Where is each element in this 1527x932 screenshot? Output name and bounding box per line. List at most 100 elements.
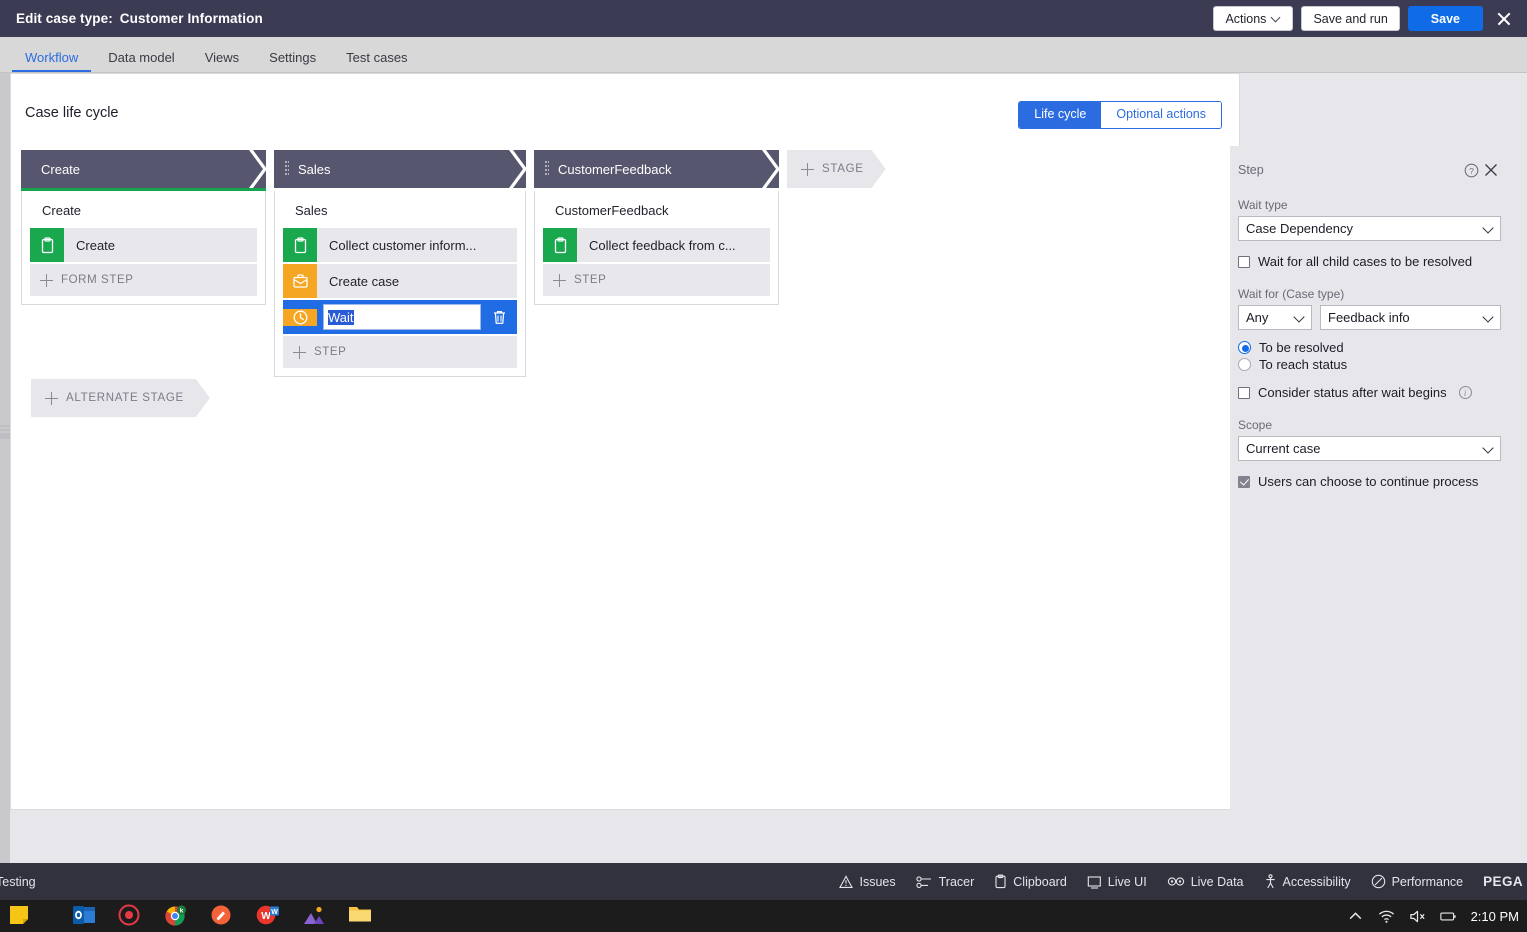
delete-step-button[interactable] <box>485 309 513 325</box>
speaker-muted-icon[interactable] <box>1409 908 1426 925</box>
actions-button[interactable]: Actions <box>1213 6 1294 31</box>
step-row[interactable]: Collect feedback from c... <box>543 228 770 262</box>
toggle-optional-actions[interactable]: Optional actions <box>1101 102 1221 128</box>
step-name-input[interactable]: Wait <box>323 304 481 330</box>
tab-workflow[interactable]: Workflow <box>12 51 92 72</box>
step-row[interactable]: Collect customer inform... <box>283 228 517 262</box>
wait-for-qualifier-select[interactable]: Any <box>1238 305 1312 330</box>
users-continue-row[interactable]: Users can choose to continue process <box>1238 474 1501 489</box>
status-accessibility-button[interactable]: Accessibility <box>1264 874 1351 889</box>
tab-data-model[interactable]: Data model <box>95 51 187 72</box>
wait-all-child-cases-row[interactable]: Wait for all child cases to be resolved <box>1238 254 1501 269</box>
step-properties-panel: Step ? Wait type Case Dependency Wait fo… <box>1230 146 1517 932</box>
application-window: Edit case type: Customer Information Acti… <box>0 0 1527 932</box>
clipboard-icon <box>995 874 1006 889</box>
chrome-icon[interactable]: k <box>164 904 188 928</box>
status-clipboard-label: Clipboard <box>1013 874 1067 889</box>
panel-title: Step <box>1238 163 1264 177</box>
page-title-value: Customer Information <box>119 11 263 26</box>
wait-all-child-cases-checkbox[interactable] <box>1238 255 1250 268</box>
save-and-run-button[interactable]: Save and run <box>1301 6 1400 31</box>
taskbar-clock[interactable]: 2:10 PM <box>1471 909 1519 924</box>
status-bar-environment-label: Testing <box>0 874 36 889</box>
to-be-resolved-radio[interactable] <box>1238 341 1251 354</box>
stage-chevron-icon <box>509 150 527 188</box>
stage-body-customerfeedback: CustomerFeedback Collect feedback from c… <box>534 191 779 305</box>
plus-icon <box>40 273 53 287</box>
add-stage-button[interactable]: STAGE <box>787 150 886 188</box>
drag-handle-icon[interactable] <box>545 161 549 177</box>
wait-all-child-cases-label: Wait for all child cases to be resolved <box>1258 254 1473 269</box>
paint-icon[interactable] <box>210 904 234 928</box>
stage-chevron-icon <box>762 150 780 188</box>
scope-select-wrap: Current case <box>1238 436 1501 461</box>
toggle-life-cycle[interactable]: Life cycle <box>1019 102 1102 128</box>
scope-select[interactable]: Current case <box>1238 436 1501 461</box>
stage-header-customerfeedback[interactable]: CustomerFeedback <box>534 150 780 188</box>
help-circle-icon[interactable]: ? <box>1461 160 1481 180</box>
step-row[interactable]: Create <box>30 228 257 262</box>
wait-type-select[interactable]: Case Dependency <box>1238 216 1501 241</box>
status-live-data-button[interactable]: Live Data <box>1167 875 1244 889</box>
stage-sales: Sales Sales Collect customer inform... C… <box>274 150 527 377</box>
page-title-label: Edit case type: <box>16 11 113 26</box>
record-icon[interactable] <box>118 904 142 928</box>
drag-handle-icon[interactable] <box>285 161 289 177</box>
photos-icon[interactable] <box>302 904 326 928</box>
step-label: Create <box>76 237 116 253</box>
canvas-title: Case life cycle <box>25 105 119 121</box>
status-issues-button[interactable]: Issues <box>839 875 896 889</box>
add-alternate-stage-button[interactable]: ALTERNATE STAGE <box>31 379 210 417</box>
chevron-up-icon[interactable] <box>1347 908 1364 925</box>
briefcase-icon <box>283 264 317 298</box>
info-icon[interactable]: i <box>1458 386 1472 399</box>
close-icon[interactable] <box>1493 8 1515 30</box>
add-stage-label: STAGE <box>822 163 864 175</box>
stage-header-label: CustomerFeedback <box>558 161 672 177</box>
add-step-button[interactable]: STEP <box>543 264 770 296</box>
pega-brand-logo: PEGA <box>1483 874 1523 889</box>
wait-for-case-type-wrap: Feedback info <box>1320 305 1501 330</box>
status-tracer-button[interactable]: Tracer <box>915 875 974 889</box>
status-live-ui-button[interactable]: Live UI <box>1087 875 1147 889</box>
consider-status-row[interactable]: Consider status after wait begins i <box>1238 385 1501 400</box>
to-reach-status-radio[interactable] <box>1238 358 1251 371</box>
battery-icon[interactable] <box>1439 908 1457 925</box>
rail-grip-handle[interactable] <box>0 425 10 439</box>
add-step-button[interactable]: STEP <box>283 336 517 368</box>
to-be-resolved-row[interactable]: To be resolved <box>1238 340 1501 355</box>
stage-header-create[interactable]: Create <box>21 150 267 188</box>
tab-settings[interactable]: Settings <box>256 51 329 72</box>
plus-icon <box>293 345 306 359</box>
wps-icon[interactable]: WW <box>256 904 280 928</box>
file-explorer-icon[interactable] <box>348 904 372 928</box>
wifi-icon[interactable] <box>1378 908 1395 925</box>
step-row[interactable]: Create case <box>283 264 517 298</box>
save-button[interactable]: Save <box>1407 6 1483 31</box>
tab-test-cases[interactable]: Test cases <box>333 51 420 72</box>
stage-name-create: Create <box>42 203 82 218</box>
panel-header: Step ? <box>1238 160 1501 180</box>
status-performance-button[interactable]: Performance <box>1371 874 1464 889</box>
close-icon[interactable] <box>1481 160 1501 180</box>
consider-status-label: Consider status after wait begins <box>1258 385 1447 400</box>
status-accessibility-label: Accessibility <box>1282 874 1351 889</box>
outlook-icon[interactable] <box>72 904 96 928</box>
to-reach-status-row[interactable]: To reach status <box>1238 357 1501 372</box>
users-continue-checkbox[interactable] <box>1238 475 1250 488</box>
add-form-step-button[interactable]: FORM STEP <box>30 264 257 296</box>
consider-status-checkbox[interactable] <box>1238 386 1250 399</box>
sticky-notes-icon[interactable] <box>8 904 32 928</box>
tab-views[interactable]: Views <box>192 51 252 72</box>
form-clipboard-icon <box>30 228 64 262</box>
stage-header-sales[interactable]: Sales <box>274 150 527 188</box>
step-row-editing[interactable]: Wait <box>283 300 517 334</box>
scope-label: Scope <box>1238 418 1273 432</box>
stage-header-label: Create <box>41 161 81 177</box>
wait-for-case-type-select[interactable]: Feedback info <box>1320 305 1501 330</box>
add-step-label: STEP <box>574 274 607 286</box>
status-clipboard-button[interactable]: Clipboard <box>994 874 1067 889</box>
accessibility-icon <box>1265 874 1275 889</box>
add-form-step-label: FORM STEP <box>61 274 134 286</box>
status-performance-label: Performance <box>1391 874 1464 889</box>
